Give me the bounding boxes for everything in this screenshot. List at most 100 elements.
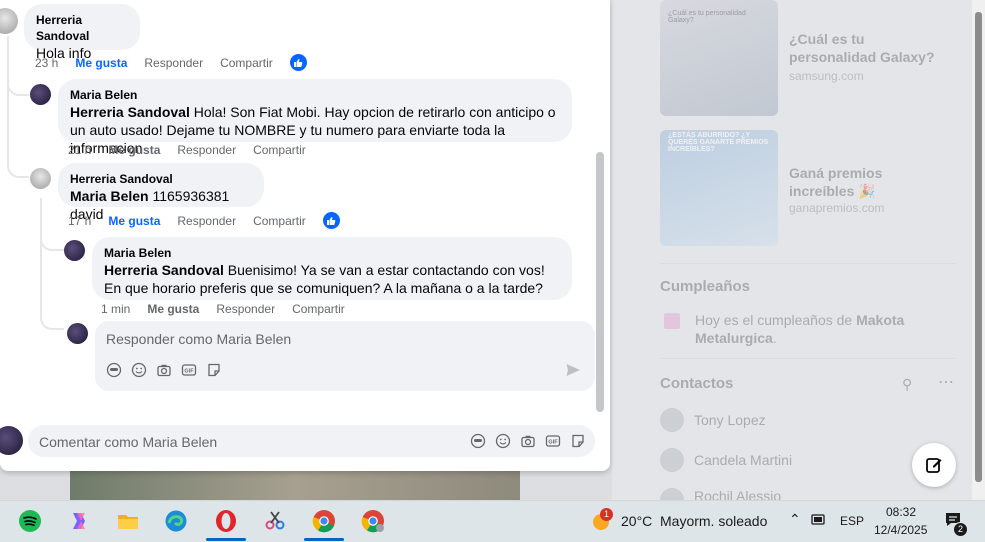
comment-composer[interactable]: Comentar como Maria Belen GIF <box>28 425 595 457</box>
copilot-icon[interactable] <box>65 507 93 535</box>
like-button[interactable]: Me gusta <box>147 302 199 316</box>
contact-item[interactable]: Candela Martini <box>660 448 792 472</box>
chrome-profile-icon[interactable] <box>359 507 387 535</box>
language-indicator[interactable]: ESP <box>840 514 864 528</box>
new-message-button[interactable] <box>912 443 956 487</box>
file-explorer-icon[interactable] <box>114 507 142 535</box>
send-icon[interactable] <box>565 362 581 383</box>
like-button[interactable]: Me gusta <box>108 214 160 228</box>
chevron-up-icon[interactable]: ⌃ <box>789 511 801 528</box>
comment-actions: 21 h Me gusta Responder Compartir <box>68 143 323 157</box>
ad-image-text: ¿ESTÁS ABURRIDO? ¿Y QUERÉS GANARTE PREMI… <box>668 132 769 153</box>
weather-badge: 1 <box>600 508 613 521</box>
search-icon[interactable]: ⚲ <box>902 376 912 393</box>
birthday-prefix: Hoy es el cumpleaños de <box>695 312 857 328</box>
thread-connector <box>40 215 64 251</box>
contact-name: Candela Martini <box>694 452 793 468</box>
mention-link[interactable]: Herreria Sandoval <box>104 262 224 278</box>
weather-desc[interactable]: Mayorm. soleado <box>660 513 767 529</box>
ad-domain: samsung.com <box>789 69 864 83</box>
opera-icon[interactable] <box>212 507 240 535</box>
post-comments-panel: Herreria Sandoval Hola info 23 h Me gust… <box>0 0 610 471</box>
comment-toolbar: GIF <box>470 433 595 449</box>
gif-icon[interactable]: GIF <box>181 362 197 378</box>
svg-text:GIF: GIF <box>548 440 558 446</box>
share-button[interactable]: Compartir <box>220 56 273 70</box>
comment-time[interactable]: 23 h <box>35 56 58 70</box>
sticker-icon[interactable] <box>206 362 222 378</box>
like-button[interactable]: Me gusta <box>108 143 160 157</box>
gift-icon <box>664 313 680 329</box>
contact-item[interactable]: Rochil Alessio <box>660 488 781 500</box>
comment-author[interactable]: Herreria Sandoval <box>36 12 128 44</box>
spotify-icon[interactable] <box>16 507 44 535</box>
share-button[interactable]: Compartir <box>253 214 306 228</box>
network-icon[interactable] <box>811 513 827 532</box>
reply-button[interactable]: Responder <box>144 56 203 70</box>
avatar[interactable] <box>0 8 18 34</box>
like-reaction-icon[interactable] <box>289 54 307 71</box>
contact-name: Rochil Alessio <box>694 488 782 500</box>
contacts-title: Contactos <box>660 375 734 392</box>
current-user-avatar[interactable] <box>0 426 23 455</box>
edge-icon[interactable] <box>162 507 190 535</box>
comment-time[interactable]: 17 h <box>68 214 91 228</box>
post-image-peek <box>70 471 520 500</box>
thread-connector <box>7 148 29 178</box>
ad-title: Ganá premios increíbles 🎉 <box>789 164 949 200</box>
avatar-sticker-icon[interactable] <box>470 433 486 449</box>
emoji-icon[interactable] <box>495 433 511 449</box>
scrollbar-thumb[interactable] <box>975 12 982 482</box>
contact-item[interactable]: Tony Lopez <box>660 408 766 432</box>
comment-time[interactable]: 21 h <box>68 143 91 157</box>
reply-button[interactable]: Responder <box>216 302 275 316</box>
mention-link[interactable]: Herreria Sandoval <box>70 104 190 120</box>
ad-image: ¿ESTÁS ABURRIDO? ¿Y QUERÉS GANARTE PREMI… <box>660 130 778 246</box>
share-button[interactable]: Compartir <box>292 302 345 316</box>
sponsored-ad-1[interactable]: ¿Cuál es tu personalidad Galaxy? ¿Cuál e… <box>660 0 960 118</box>
mention-link[interactable]: Maria Belen <box>70 188 149 204</box>
more-options-icon[interactable]: ⋯ <box>938 372 954 392</box>
comment-time[interactable]: 1 min <box>101 302 130 316</box>
avatar[interactable] <box>30 168 51 189</box>
sticker-icon[interactable] <box>570 433 586 449</box>
thread-connector <box>40 306 64 330</box>
page-scrollbar[interactable] <box>972 0 985 500</box>
notification-count: 2 <box>953 522 968 537</box>
comment-author[interactable]: Herreria Sandoval <box>70 171 252 187</box>
weather-temp[interactable]: 20°C <box>621 513 652 529</box>
divider <box>660 263 956 264</box>
like-reaction-icon[interactable] <box>322 212 340 229</box>
clock-date[interactable]: 12/4/2025 <box>874 523 927 537</box>
sponsored-ad-2[interactable]: ¿ESTÁS ABURRIDO? ¿Y QUERÉS GANARTE PREMI… <box>660 130 960 248</box>
like-button[interactable]: Me gusta <box>75 56 127 70</box>
share-button[interactable]: Compartir <box>253 143 306 157</box>
reply-button[interactable]: Responder <box>177 214 236 228</box>
avatar[interactable] <box>64 240 85 261</box>
camera-icon[interactable] <box>520 433 536 449</box>
reply-button[interactable]: Responder <box>177 143 236 157</box>
clock-time[interactable]: 08:32 <box>886 505 916 519</box>
comment-author[interactable]: Maria Belen <box>70 87 560 103</box>
gif-icon[interactable]: GIF <box>545 433 561 449</box>
reply-composer[interactable]: Responder como Maria Belen GIF <box>95 321 595 391</box>
comment-bubble: Maria Belen Herreria Sandoval Buenisimo!… <box>92 237 572 300</box>
thread-connector <box>7 70 29 96</box>
comment-text: Herreria Sandoval Buenisimo! Ya se van a… <box>104 261 560 297</box>
emoji-icon[interactable] <box>131 362 147 378</box>
chrome-icon[interactable] <box>310 507 338 535</box>
current-user-avatar[interactable] <box>67 323 88 344</box>
reply-input[interactable]: Responder como Maria Belen <box>106 331 291 347</box>
comment-author[interactable]: Maria Belen <box>104 245 560 261</box>
avatar[interactable] <box>30 84 51 105</box>
camera-icon[interactable] <box>156 362 172 378</box>
comment-bubble: Herreria Sandoval Maria Belen 1165936381… <box>58 163 264 222</box>
comment-actions: 1 min Me gusta Responder Compartir <box>101 302 362 316</box>
avatar-sticker-icon[interactable] <box>106 362 122 378</box>
panel-scrollbar[interactable] <box>596 152 604 412</box>
snipping-tool-icon[interactable] <box>261 507 289 535</box>
thread-line <box>7 36 9 148</box>
compose-icon <box>926 458 942 473</box>
comment-bubble: Maria Belen Herreria Sandoval Hola! Son … <box>58 79 572 156</box>
comment-input[interactable]: Comentar como Maria Belen <box>39 434 217 450</box>
